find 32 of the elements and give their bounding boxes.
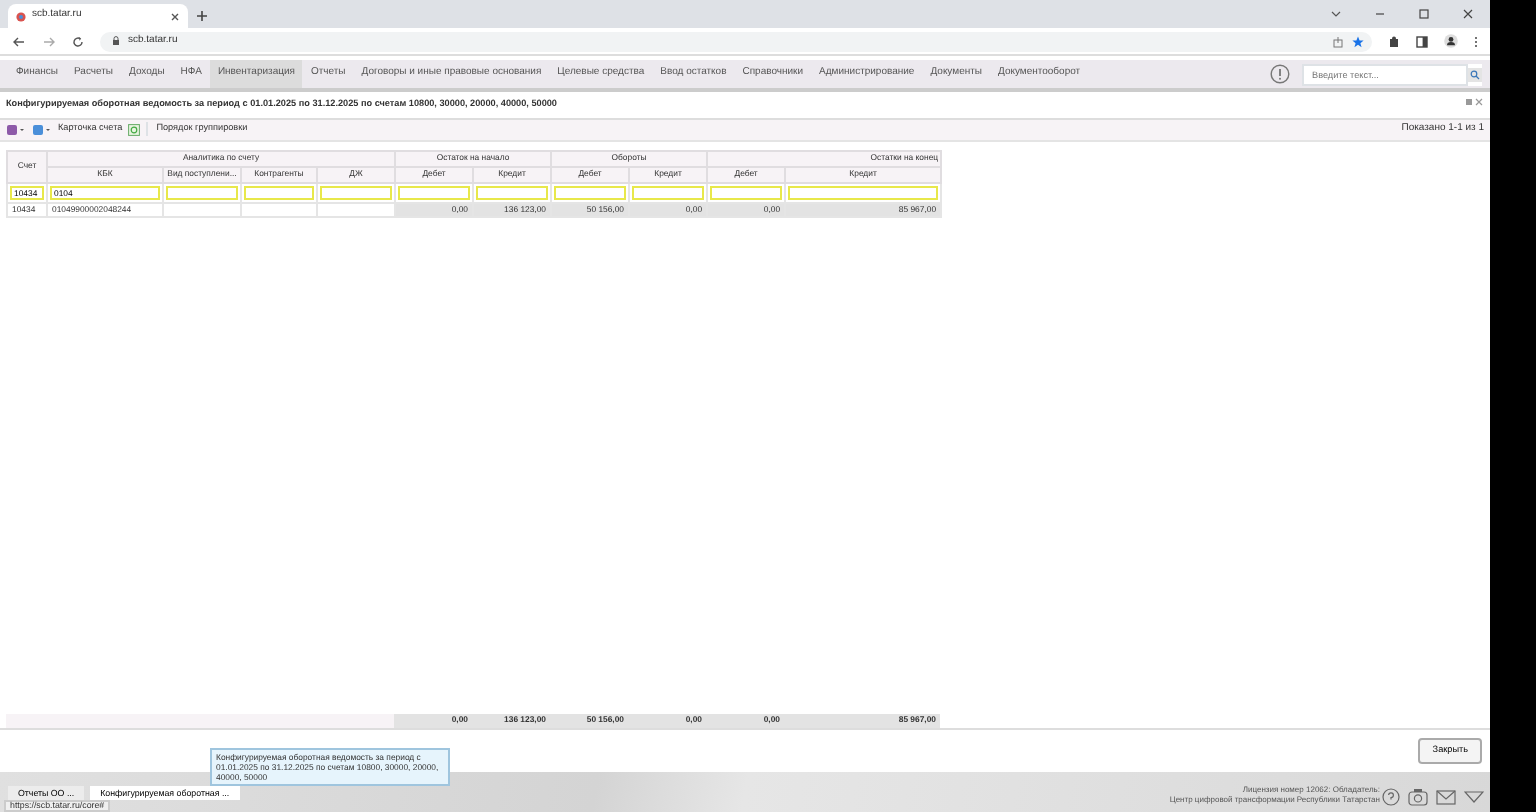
filter-field[interactable] xyxy=(320,185,393,200)
close-icon[interactable] xyxy=(1462,8,1474,20)
window-controls-icon[interactable] xyxy=(1464,98,1484,106)
filter-field[interactable] xyxy=(166,185,238,200)
camera-icon[interactable] xyxy=(1408,788,1428,806)
help-icon[interactable] xyxy=(1382,788,1400,806)
new-tab-icon[interactable] xyxy=(196,10,208,22)
filter-field[interactable] xyxy=(398,185,471,200)
info-icon[interactable] xyxy=(1270,64,1290,84)
mail-icon[interactable] xyxy=(1436,788,1456,806)
filter-field[interactable] xyxy=(788,185,939,200)
filter-field[interactable] xyxy=(244,185,314,200)
back-icon[interactable] xyxy=(12,35,26,47)
reload-icon[interactable] xyxy=(72,35,84,47)
minimize-icon[interactable] xyxy=(1374,8,1386,20)
search-icon[interactable] xyxy=(1468,67,1482,81)
profile-icon[interactable] xyxy=(1444,34,1458,48)
triangle-down-icon[interactable] xyxy=(1464,788,1484,806)
sidebar-icon[interactable] xyxy=(1416,35,1428,47)
refresh-icon[interactable] xyxy=(128,123,141,136)
filter-field[interactable] xyxy=(554,185,627,200)
lock-icon xyxy=(112,36,120,46)
filter-field[interactable] xyxy=(476,185,549,200)
chevron-down-icon[interactable] xyxy=(1330,8,1342,20)
filter-field[interactable] xyxy=(632,185,705,200)
star-icon[interactable] xyxy=(1352,35,1364,47)
share-icon[interactable] xyxy=(1332,35,1344,47)
restore-icon[interactable] xyxy=(1418,8,1430,20)
filter-field[interactable] xyxy=(710,185,783,200)
forward-icon[interactable] xyxy=(42,35,56,47)
site-icon xyxy=(16,11,26,21)
close-icon[interactable] xyxy=(170,11,180,21)
